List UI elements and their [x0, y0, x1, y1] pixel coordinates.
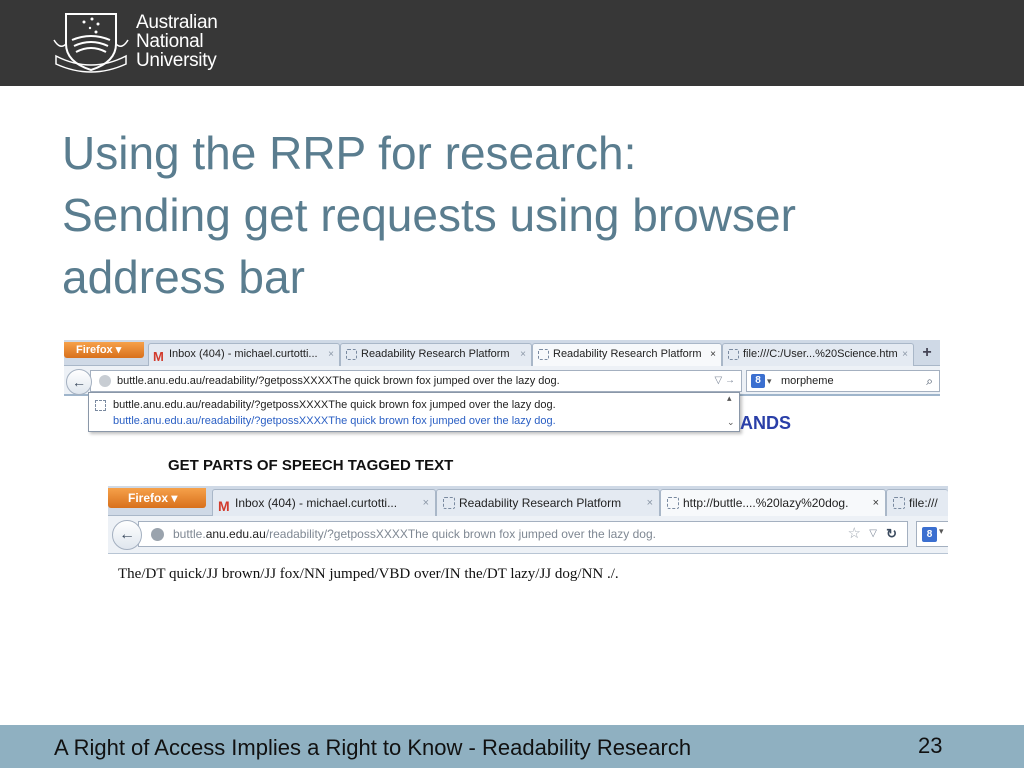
gmail-icon: M	[218, 498, 230, 514]
tab-inbox[interactable]: M Inbox (404) - michael.curtotti... ×	[212, 489, 436, 516]
slide-title: Using the RRP for research: Sending get …	[62, 122, 962, 308]
autocomplete-dropdown: buttle.anu.edu.au/readability/?getpossXX…	[88, 392, 740, 432]
logo-line: National	[136, 31, 204, 52]
search-value: morpheme	[781, 375, 834, 387]
firefox-menu-button[interactable]: Firefox ▾	[64, 342, 144, 358]
page-icon	[346, 349, 357, 360]
close-icon[interactable]: ×	[520, 344, 526, 365]
gmail-icon: M	[153, 349, 164, 364]
tab-bar: Firefox ▾ M Inbox (404) - michael.curtot…	[64, 340, 940, 366]
bookmark-star-icon[interactable]: ☆	[848, 522, 861, 546]
google-icon[interactable]: 8	[922, 527, 937, 542]
chevron-down-icon[interactable]: ▾	[939, 526, 944, 537]
page-number: 23	[918, 733, 943, 758]
search-box[interactable]: 8 ▾ morpheme ⌕	[746, 370, 940, 392]
back-button[interactable]: ←	[112, 520, 142, 550]
scroll-down-icon[interactable]: ⌄	[727, 417, 735, 428]
tab-inbox[interactable]: M Inbox (404) - michael.curtotti... ×	[148, 343, 340, 366]
reload-icon[interactable]: ↻	[886, 522, 897, 546]
page-icon	[728, 349, 739, 360]
autocomplete-url[interactable]: buttle.anu.edu.au/readability/?getpossXX…	[113, 415, 556, 427]
tab-label: file:///C:/User...%20Science.htm	[743, 348, 898, 360]
tab-readability-2[interactable]: Readability Research Platform ×	[532, 343, 722, 366]
search-box[interactable]: 8 ▾	[916, 521, 948, 547]
address-bar-value: buttle.anu.edu.au/readability/?getpossXX…	[117, 375, 560, 387]
close-icon[interactable]: ×	[647, 490, 653, 516]
tagged-output-text: The/DT quick/JJ brown/JJ fox/NN jumped/V…	[118, 566, 619, 582]
google-icon[interactable]: 8	[751, 374, 765, 388]
close-icon[interactable]: ×	[328, 344, 334, 365]
browser-screenshot-1: Firefox ▾ M Inbox (404) - michael.curtot…	[64, 340, 940, 400]
tab-label: http://buttle....%20lazy%20dog.	[683, 496, 849, 510]
page-icon	[538, 349, 549, 360]
chevron-down-icon[interactable]: ▾	[767, 371, 772, 391]
tab-label: Readability Research Platform	[459, 496, 622, 510]
chevron-down-icon[interactable]: ▽	[869, 522, 877, 546]
close-icon[interactable]: ×	[873, 490, 879, 516]
title-line: Using the RRP for research:	[62, 127, 637, 179]
url-prefix: buttle.	[173, 527, 206, 541]
close-icon[interactable]: ×	[710, 344, 716, 365]
title-line: Sending get requests using browser	[62, 189, 796, 241]
university-name: Australian National University	[136, 13, 218, 70]
slide: Australian National University Using the…	[0, 0, 1024, 768]
anu-crest-icon	[53, 13, 129, 73]
tab-file[interactable]: file:///C:/User...%20Science.htm ×	[722, 343, 914, 366]
autocomplete-title: buttle.anu.edu.au/readability/?getpossXX…	[113, 399, 556, 411]
tab-file[interactable]: file:///	[886, 489, 948, 516]
close-icon[interactable]: ×	[902, 344, 908, 365]
address-bar[interactable]: buttle.anu.edu.au/readability/?getpossXX…	[138, 521, 908, 547]
go-arrow-icon[interactable]: ▽ →	[715, 371, 735, 391]
autocomplete-item[interactable]: buttle.anu.edu.au/readability/?getpossXX…	[95, 399, 556, 411]
logo-line: Australian	[136, 12, 218, 33]
title-line: address bar	[62, 251, 305, 303]
address-bar[interactable]: buttle.anu.edu.au/readability/?getpossXX…	[90, 370, 742, 392]
firefox-menu-button[interactable]: Firefox ▾	[108, 488, 206, 508]
logo-line: University	[136, 50, 217, 71]
section-heading: GET PARTS OF SPEECH TAGGED TEXT	[168, 457, 454, 474]
scrollbar[interactable]: ▴ ⌄	[725, 393, 739, 431]
partial-heading: ANDS	[740, 413, 792, 433]
page-icon	[893, 497, 905, 509]
tab-label: Inbox (404) - michael.curtotti...	[169, 348, 318, 360]
close-icon[interactable]: ×	[423, 490, 429, 516]
page-icon	[667, 497, 679, 509]
tab-label: Readability Research Platform	[553, 348, 702, 360]
globe-icon	[99, 375, 111, 387]
url-host: anu.edu.au	[205, 527, 266, 541]
globe-icon	[151, 528, 164, 541]
scroll-up-icon[interactable]: ▴	[727, 393, 732, 404]
url-path: /readability/?getpossXXXXThe quick brown…	[265, 527, 656, 541]
tab-http-buttle[interactable]: http://buttle....%20lazy%20dog. ×	[660, 489, 886, 516]
browser-screenshot-2: Firefox ▾ M Inbox (404) - michael.curtot…	[108, 486, 948, 556]
tab-label: Readability Research Platform	[361, 348, 510, 360]
page-icon	[95, 400, 106, 411]
tab-readability-1[interactable]: Readability Research Platform ×	[340, 343, 532, 366]
tab-label: Inbox (404) - michael.curtotti...	[235, 496, 398, 510]
navigation-bar: buttle.anu.edu.au/readability/?getpossXX…	[108, 516, 948, 554]
magnifier-icon[interactable]: ⌕	[926, 371, 933, 391]
header-band: Australian National University	[0, 0, 1024, 86]
tab-label: file:///	[909, 496, 938, 510]
new-tab-button[interactable]: +	[916, 343, 938, 365]
tab-readability[interactable]: Readability Research Platform ×	[436, 489, 660, 516]
footer-title: A Right of Access Implies a Right to Kno…	[54, 735, 692, 760]
page-icon	[443, 497, 455, 509]
tab-bar: Firefox ▾ M Inbox (404) - michael.curtot…	[108, 486, 948, 516]
